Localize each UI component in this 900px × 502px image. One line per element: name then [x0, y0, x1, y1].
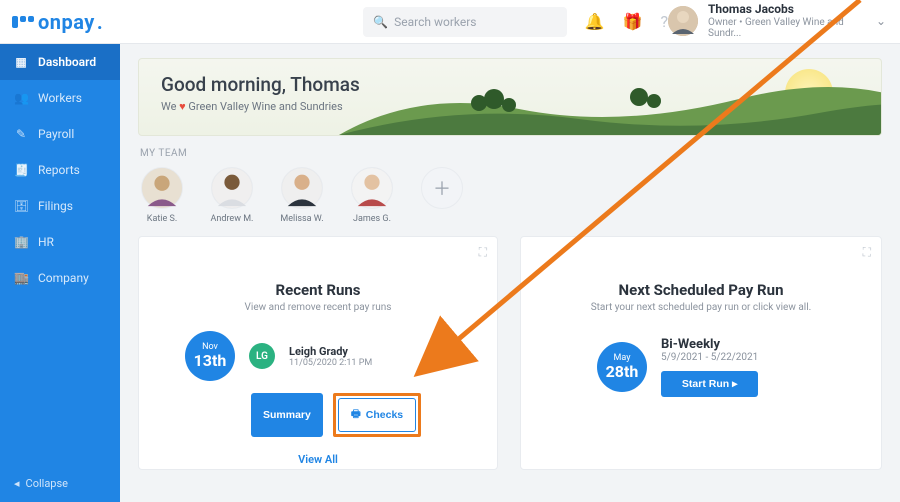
member-avatar: [211, 167, 253, 209]
logo-dots-icon: [12, 16, 34, 28]
pen-icon: ✎: [14, 127, 28, 141]
sidebar-item-filings[interactable]: 🗄 Filings: [0, 188, 120, 224]
recent-runs-title: Recent Runs: [155, 281, 481, 299]
collapse-button[interactable]: ◂ Collapse: [0, 465, 120, 502]
checks-label: Checks: [366, 409, 403, 421]
hills-illustration: [339, 79, 882, 135]
logo[interactable]: onpay.: [12, 10, 103, 34]
runner-name: Leigh Grady: [289, 345, 372, 358]
add-member-button[interactable]: ＋: [418, 167, 466, 209]
checks-button[interactable]: 🖶 Checks: [338, 398, 416, 432]
banner-title: Good morning, Thomas: [161, 73, 360, 96]
sidebar-item-label: Payroll: [38, 127, 74, 141]
team-member[interactable]: James G.: [348, 167, 396, 224]
building-icon: 🏢: [14, 235, 28, 249]
logo-text: onpay: [38, 10, 95, 34]
drawer-icon: 🗄: [14, 199, 28, 213]
my-team-label: MY TEAM: [140, 148, 882, 159]
next-date-day: 28th: [606, 363, 639, 381]
view-all-link[interactable]: View All: [155, 453, 481, 466]
member-avatar: [281, 167, 323, 209]
doc-icon: 🧾: [14, 163, 28, 177]
next-date-badge: May 28th: [597, 342, 647, 392]
user-role: Owner • Green Valley Wine and Sundr...: [708, 17, 848, 40]
search-input[interactable]: 🔍 Search workers: [363, 7, 566, 37]
sidebar-item-label: Dashboard: [38, 55, 96, 69]
sidebar-item-workers[interactable]: 👥 Workers: [0, 80, 120, 116]
shop-icon: 🏬: [14, 271, 28, 285]
schedule-range: 5/9/2021 - 5/22/2021: [661, 352, 758, 363]
team-member[interactable]: Melissa W.: [278, 167, 326, 224]
team-member[interactable]: Andrew M.: [208, 167, 256, 224]
search-icon: 🔍: [373, 15, 388, 29]
checks-highlight: 🖶 Checks: [333, 393, 421, 437]
main: Good morning, Thomas We ♥ Green Valley W…: [120, 44, 900, 502]
sidebar-item-label: Company: [38, 271, 89, 285]
team-row: Katie S. Andrew M. Melissa W. James G. ＋: [138, 167, 882, 224]
next-run-subtitle: Start your next scheduled pay run or cli…: [537, 302, 865, 313]
plus-icon: ＋: [421, 167, 463, 209]
sidebar-item-label: HR: [38, 235, 54, 249]
user-name: Thomas Jacobs: [708, 3, 848, 17]
schedule-name: Bi-Weekly: [661, 337, 758, 352]
search-placeholder: Search workers: [394, 15, 476, 29]
banner-subtitle: We ♥ Green Valley Wine and Sundries: [161, 100, 360, 113]
run-timestamp: 11/05/2020 2:11 PM: [289, 358, 372, 368]
help-icon[interactable]: ?: [660, 12, 668, 31]
runner-initials: LG: [249, 343, 275, 369]
sidebar-item-hr[interactable]: 🏢 HR: [0, 224, 120, 260]
chevron-down-icon: ⌄: [876, 14, 886, 28]
expand-icon[interactable]: ⛶: [863, 245, 871, 260]
sidebar-item-label: Reports: [38, 163, 80, 177]
next-run-title: Next Scheduled Pay Run: [537, 281, 865, 299]
people-icon: 👥: [14, 91, 28, 105]
summary-button[interactable]: Summary: [251, 393, 323, 437]
sidebar-item-dashboard[interactable]: ▦ Dashboard: [0, 44, 120, 80]
gift-icon[interactable]: 🎁: [623, 12, 643, 31]
expand-icon[interactable]: ⛶: [479, 245, 487, 260]
member-avatar: [351, 167, 393, 209]
next-run-card: ⛶ Next Scheduled Pay Run Start your next…: [520, 236, 882, 470]
recent-run-row: Nov 13th LG Leigh Grady 11/05/2020 2:11 …: [155, 331, 481, 381]
print-icon: 🖶: [351, 406, 361, 424]
sidebar: ▦ Dashboard 👥 Workers ✎ Payroll 🧾 Reports 🗄 F…: [0, 44, 120, 502]
grid-icon: ▦: [14, 55, 28, 69]
topbar: onpay. 🔍 Search workers 🔔 🎁 ? Thomas Jac…: [0, 0, 900, 44]
run-date-badge: Nov 13th: [185, 331, 235, 381]
avatar: [668, 6, 698, 36]
chevron-left-icon: ◂: [14, 477, 20, 490]
member-name: James G.: [353, 214, 391, 224]
start-run-button[interactable]: Start Run ▸: [661, 371, 758, 397]
member-name: Katie S.: [147, 214, 177, 224]
welcome-banner: Good morning, Thomas We ♥ Green Valley W…: [138, 58, 882, 136]
topbar-icons: 🔔 🎁 ?: [585, 12, 668, 31]
recent-runs-subtitle: View and remove recent pay runs: [155, 302, 481, 313]
collapse-label: Collapse: [26, 477, 68, 490]
recent-runs-card: ⛶ Recent Runs View and remove recent pay…: [138, 236, 498, 470]
member-name: Andrew M.: [211, 214, 254, 224]
sidebar-item-label: Workers: [38, 91, 82, 105]
sidebar-item-payroll[interactable]: ✎ Payroll: [0, 116, 120, 152]
member-avatar: [141, 167, 183, 209]
bell-icon[interactable]: 🔔: [585, 12, 605, 31]
sidebar-item-label: Filings: [38, 199, 73, 213]
sidebar-item-reports[interactable]: 🧾 Reports: [0, 152, 120, 188]
sidebar-item-company[interactable]: 🏬 Company: [0, 260, 120, 296]
run-date-day: 13th: [194, 352, 227, 370]
team-member[interactable]: Katie S.: [138, 167, 186, 224]
member-name: Melissa W.: [280, 214, 323, 224]
user-menu[interactable]: Thomas Jacobs Owner • Green Valley Wine …: [668, 3, 886, 40]
